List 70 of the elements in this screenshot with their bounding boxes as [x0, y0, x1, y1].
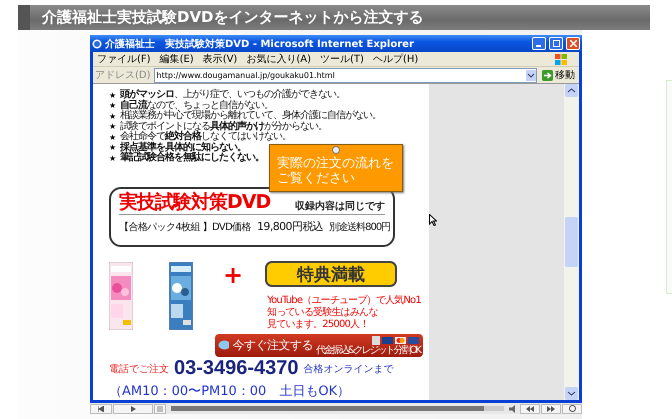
rewind-button[interactable]: [520, 404, 540, 414]
star-icon: ★: [109, 154, 116, 163]
previous-icon: [98, 406, 104, 412]
star-icon: ★: [109, 122, 116, 132]
promo-text: 知っている受験生はみんな: [267, 307, 379, 319]
play-icon: [130, 406, 136, 412]
star-icon: ★: [109, 90, 116, 100]
promo-text: YouTube（ユーチューブ）で人気No1: [267, 295, 421, 306]
rewind-icon: [526, 406, 534, 412]
pin-icon: [332, 146, 340, 154]
scroll-down-icon[interactable]: [565, 387, 578, 400]
close-icon: [570, 40, 576, 47]
shipping-note: 別途送料800円: [329, 220, 390, 234]
maximize-button[interactable]: [549, 37, 563, 50]
menu-item[interactable]: お気に入り(A): [246, 52, 311, 66]
phone-label: 電話でご注文: [109, 362, 169, 376]
bullet-text: 頭がマッシロ、上がり症で、いつもの介護ができない。: [120, 90, 346, 100]
pack-label: 【合格パック4枚組 】DVD価格: [119, 220, 252, 234]
minimize-button[interactable]: [532, 37, 546, 50]
bullet-text: 採点基準を具体的に知らない。: [120, 142, 246, 153]
phone-number: 03-3496-4370: [174, 357, 299, 380]
bullet-text: 筆記試験合格を無駄にしたくない。: [120, 153, 264, 164]
price: 19,800円税込: [257, 218, 324, 234]
clock-button[interactable]: [562, 404, 582, 414]
address-label: アドレス(D): [95, 69, 151, 82]
grip-icon: [157, 406, 163, 412]
product-title: 実技試験対策DVD: [119, 190, 270, 212]
callout-text: ご覧ください: [277, 171, 356, 186]
card-logos-icon: [372, 336, 420, 345]
menu-item[interactable]: 表示(V): [202, 52, 238, 66]
clock-icon: [568, 405, 576, 412]
bonus-badge: 特典満載: [265, 261, 398, 288]
bullet-text: 自己流なので、ちょっと自信がない。: [120, 100, 274, 111]
section-title: 介護福祉士実技試験DVDをインターネットから注文する: [42, 8, 424, 27]
arrow-icon: [542, 70, 553, 80]
menu-item[interactable]: ファイル(F): [97, 52, 151, 66]
scrollbar[interactable]: [564, 84, 579, 400]
window-title: 介護福祉士 実技試験対策DVD - Microsoft Internet Explorer: [105, 37, 415, 50]
menu-item[interactable]: ヘルプ(H): [372, 52, 418, 66]
dropdown-icon: [526, 70, 536, 80]
maximize-icon: [552, 40, 560, 47]
menu-item[interactable]: 編集(E): [160, 52, 194, 66]
go-button[interactable]: 移動: [540, 68, 577, 82]
fast-forward-icon: [547, 406, 555, 412]
star-icon: ★: [109, 101, 116, 110]
phone-note: 合格オンラインまで: [304, 362, 394, 376]
browser-icon: [92, 38, 102, 48]
scroll-up-icon[interactable]: [565, 84, 578, 97]
scrollbar-thumb[interactable]: [565, 217, 578, 267]
speech-bubble-icon: [218, 340, 230, 352]
windows-logo-icon: [555, 54, 567, 64]
seek-bar[interactable]: [171, 406, 504, 411]
previous-button[interactable]: [90, 404, 112, 414]
fast-forward-button[interactable]: [541, 404, 561, 414]
plus-sign: +: [223, 265, 244, 288]
address-field[interactable]: http://www.dougamanual.jp/goukaku01.html: [154, 68, 537, 82]
star-icon: ★: [109, 132, 116, 142]
star-icon: ★: [109, 112, 116, 121]
callout-text: 実際の注文の流れを: [277, 156, 395, 171]
business-hours: （AM10：00〜PM10：00 土日もOK）: [109, 383, 352, 400]
menu-item[interactable]: ツール(T): [320, 52, 364, 66]
product-note: 収録内容は同じです: [295, 199, 385, 212]
promo-text: 見ています。25000人！: [267, 319, 370, 332]
play-button[interactable]: [113, 404, 153, 414]
bullet-text: 相談業務が中心で現場から離れていて、身体介護に自信がない。: [120, 111, 382, 122]
slider-handle[interactable]: [154, 404, 166, 414]
bullet-text: 会社命令で絶対合格しなくてはいけない。: [120, 132, 292, 142]
close-button[interactable]: [566, 37, 580, 50]
star-icon: ★: [109, 143, 116, 152]
order-button[interactable]: 今すぐ注文する 代金振込&クレジット分割OK: [215, 334, 423, 358]
